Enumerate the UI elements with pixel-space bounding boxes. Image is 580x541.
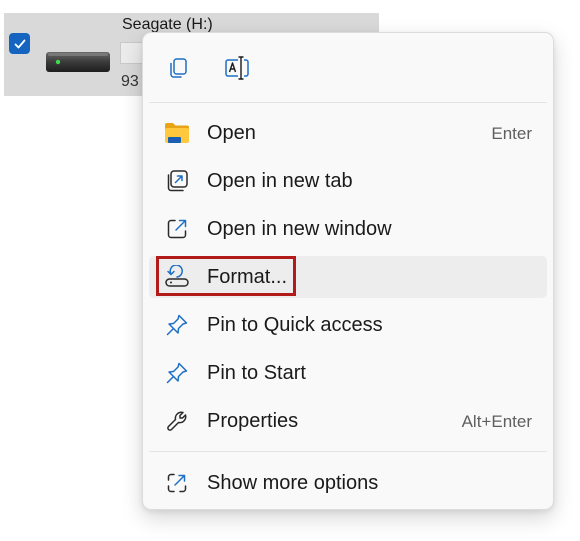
menu-separator bbox=[149, 102, 547, 103]
menu-item-pin-to-quick-access[interactable]: Pin to Quick access bbox=[149, 304, 547, 346]
format-highlight-box bbox=[156, 256, 296, 296]
menu-item-label: Open in new tab bbox=[207, 170, 353, 192]
menu-separator bbox=[149, 451, 547, 452]
hard-drive-icon bbox=[45, 50, 111, 79]
menu-item-label: Pin to Start bbox=[207, 362, 306, 384]
menu-item-shortcut: Alt+Enter bbox=[461, 412, 532, 431]
menu-item-label: Open bbox=[207, 122, 256, 144]
copy-button[interactable] bbox=[163, 53, 193, 83]
drive-usage-bar bbox=[120, 42, 144, 64]
menu-item-show-more-options[interactable]: Show more options bbox=[149, 462, 547, 504]
menu-item-label: Properties bbox=[207, 410, 299, 432]
pin-icon bbox=[164, 361, 190, 385]
rename-icon bbox=[225, 56, 249, 80]
menu-item-label: Pin to Quick access bbox=[207, 314, 383, 336]
copy-icon bbox=[170, 58, 187, 78]
drive-size-text: 93 bbox=[121, 73, 139, 90]
menu-item-open[interactable]: Open Enter bbox=[149, 112, 547, 154]
checkmark-icon bbox=[14, 39, 25, 48]
context-menu-toolbar bbox=[143, 33, 553, 103]
show-more-icon bbox=[164, 471, 190, 495]
rename-button[interactable] bbox=[222, 53, 252, 83]
open-window-icon bbox=[164, 217, 190, 241]
folder-icon bbox=[164, 121, 190, 145]
pin-icon bbox=[164, 313, 190, 337]
drive-checkbox[interactable] bbox=[9, 33, 30, 54]
menu-item-pin-to-start[interactable]: Pin to Start bbox=[149, 352, 547, 394]
menu-item-properties[interactable]: Properties Alt+Enter bbox=[149, 400, 547, 442]
open-tab-icon bbox=[164, 169, 190, 193]
menu-item-label: Show more options bbox=[207, 472, 379, 494]
menu-item-label: Open in new window bbox=[207, 218, 392, 240]
menu-item-shortcut: Enter bbox=[491, 124, 532, 143]
wrench-icon bbox=[164, 409, 190, 433]
menu-item-open-in-new-window[interactable]: Open in new window bbox=[149, 208, 547, 250]
menu-item-open-in-new-tab[interactable]: Open in new tab bbox=[149, 160, 547, 202]
